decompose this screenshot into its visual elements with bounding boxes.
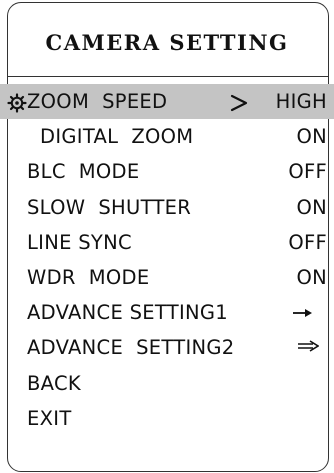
gear-icon: [7, 93, 27, 113]
menu-item-slow-shutter[interactable]: SLOW SHUTTER ON: [0, 190, 334, 225]
menu-item-label: BLC MODE: [27, 160, 140, 184]
menu-item-exit[interactable]: EXIT: [0, 401, 334, 436]
arrow-right-icon: [298, 340, 319, 352]
page-title: CAMERA SETTING: [45, 30, 289, 55]
menu-item-label: LINE SYNC: [27, 230, 132, 254]
menu-item-label: ADVANCE SETTING2: [27, 336, 235, 360]
menu-item-advance-setting-1[interactable]: ADVANCE SETTING1: [0, 295, 334, 330]
menu-item-value: OFF: [288, 160, 327, 184]
menu-item-value: ON: [296, 195, 327, 219]
menu-item-label: EXIT: [27, 406, 72, 430]
menu-item-line-sync[interactable]: LINE SYNC OFF: [0, 225, 334, 260]
menu-item-value: HIGH: [275, 90, 327, 113]
camera-setting-screen: CAMERA SETTING ZOOM SPEED HIGH DIGITAL Z…: [0, 0, 334, 473]
menu-item-label: ADVANCE SETTING1: [27, 301, 228, 325]
menu-item-digital-zoom[interactable]: DIGITAL ZOOM ON: [0, 119, 334, 154]
title-divider: [8, 76, 328, 77]
menu-item-label: SLOW SHUTTER: [27, 195, 192, 219]
menu-item-value: OFF: [288, 230, 327, 254]
arrow-right-icon: [293, 309, 312, 318]
menu-item-wdr-mode[interactable]: WDR MODE ON: [0, 260, 334, 295]
menu-item-value: ON: [296, 125, 327, 149]
menu-item-back[interactable]: BACK: [0, 366, 334, 401]
menu-item-advance-setting-2[interactable]: ADVANCE SETTING2: [0, 330, 334, 365]
menu-item-value: ON: [296, 265, 327, 289]
settings-menu: ZOOM SPEED HIGH DIGITAL ZOOM ON BLC MODE…: [0, 84, 334, 436]
menu-item-label: DIGITAL ZOOM: [40, 125, 194, 149]
menu-item-label: ZOOM SPEED: [27, 90, 168, 113]
menu-item-blc-mode[interactable]: BLC MODE OFF: [0, 154, 334, 189]
chevron-right-icon: [230, 94, 248, 112]
menu-item-label: WDR MODE: [27, 265, 150, 289]
menu-item-zoom-speed[interactable]: ZOOM SPEED HIGH: [0, 84, 334, 120]
menu-item-label: BACK: [27, 371, 81, 395]
